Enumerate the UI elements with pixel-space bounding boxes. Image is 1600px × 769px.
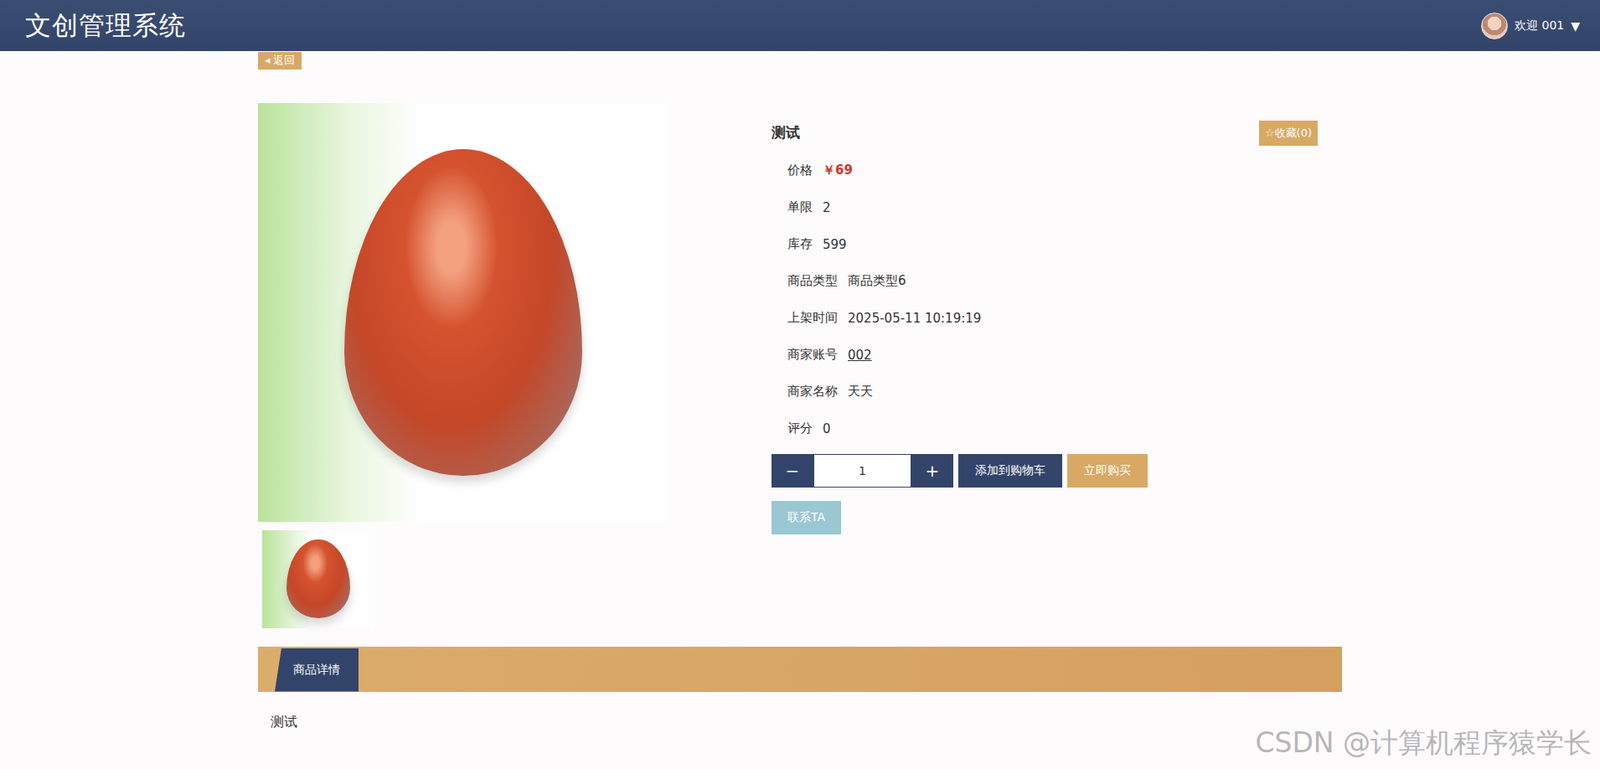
avatar-icon[interactable] [1481, 12, 1508, 40]
detail-text: 测试 [258, 691, 1342, 732]
field-list: 价格 ￥69 单限 2 库存 599 商品类型商品类型6 上架时间 2025-05-11 10:… [771, 152, 1318, 448]
field-label: 商家账号 [787, 346, 838, 363]
star-icon[interactable]: ☆ [1264, 126, 1275, 140]
field-value: ￥69 [822, 162, 853, 179]
field-row: 评分 0 [771, 410, 1318, 448]
field-row: 商家账号 002 [771, 336, 1318, 374]
field-value: 商品类型6 [847, 273, 907, 290]
field-label: 商家名称 [787, 383, 838, 400]
field-label: 商品类型 [787, 273, 838, 290]
quantity-stepper: −1+ [771, 454, 954, 488]
field-row: 商品类型商品类型6 [771, 263, 1318, 300]
plus-button[interactable]: + [911, 454, 954, 488]
product-thumbnail[interactable] [262, 530, 375, 629]
watermark: CSDN @计算机程序猿学长 [1254, 724, 1592, 763]
field-value: 2025-05-11 10:19:19 [847, 310, 981, 326]
image-column [258, 103, 772, 629]
product-panel: 测试 ☆收藏(0) 价格 ￥69 单限 2 库存 599 商品类型商品类型6 上架时间 2025-0… [258, 103, 1342, 629]
user-menu[interactable]: 欢迎 001 ▼ [1481, 12, 1580, 40]
field-value: 599 [822, 237, 847, 253]
field-row: 单限 2 [771, 189, 1318, 227]
favorite-label[interactable]: 收藏(0) [1274, 125, 1312, 141]
field-row: 商家名称天天 [771, 373, 1318, 411]
tab[interactable]: 商品详情 [274, 648, 359, 692]
stone-shape [286, 539, 350, 619]
stone-shape [344, 149, 583, 476]
buy-row: −1+添加到购物车立即购买 [771, 454, 1318, 488]
back-icon[interactable]: ◂ [264, 53, 271, 67]
favorite-button[interactable]: ☆收藏(0) [1259, 120, 1318, 146]
buy-now-button[interactable]: 立即购买 [1067, 454, 1148, 488]
content: ◂返回测试 ☆收藏(0) 价格 ￥69 单限 2 库存 599 商品类型商品类型6 上架时间 202… [258, 51, 1342, 732]
field-label: 价格 [787, 162, 813, 179]
user-greeting[interactable]: 欢迎 001 [1514, 18, 1564, 34]
field-label: 上架时间 [787, 309, 838, 326]
field-value[interactable]: 002 [847, 347, 873, 363]
app-title: 文创管理系统 [25, 8, 186, 44]
minus-button[interactable]: − [771, 454, 814, 488]
back-button[interactable]: ◂返回 [258, 51, 302, 70]
field-value: 0 [822, 421, 831, 437]
quantity-input[interactable]: 1 [813, 454, 912, 488]
field-value: 天天 [847, 383, 873, 400]
field-label: 评分 [787, 420, 813, 437]
field-label: 单限 [787, 199, 813, 216]
field-value: 2 [822, 200, 831, 216]
tab-bar: 商品详情 [258, 646, 1342, 692]
caret-icon[interactable]: ▼ [1570, 19, 1580, 33]
top-bar: 文创管理系统 欢迎 001 ▼ [0, 0, 1600, 52]
add-to-cart-button[interactable]: 添加到购物车 [958, 454, 1063, 488]
contact-button[interactable]: 联系TA [771, 500, 842, 535]
field-label: 库存 [787, 236, 813, 253]
product-title: 测试 [771, 123, 800, 143]
title-row: 测试 ☆收藏(0) [771, 120, 1318, 146]
field-row: 库存 599 [771, 226, 1318, 264]
field-row: 上架时间 2025-05-11 10:19:19 [771, 299, 1318, 337]
product-image [258, 103, 669, 522]
product-info: 测试 ☆收藏(0) 价格 ￥69 单限 2 库存 599 商品类型商品类型6 上架时间 2025-0… [771, 103, 1342, 629]
field-row: 价格 ￥69 [771, 152, 1318, 190]
back-label[interactable]: 返回 [273, 52, 295, 68]
